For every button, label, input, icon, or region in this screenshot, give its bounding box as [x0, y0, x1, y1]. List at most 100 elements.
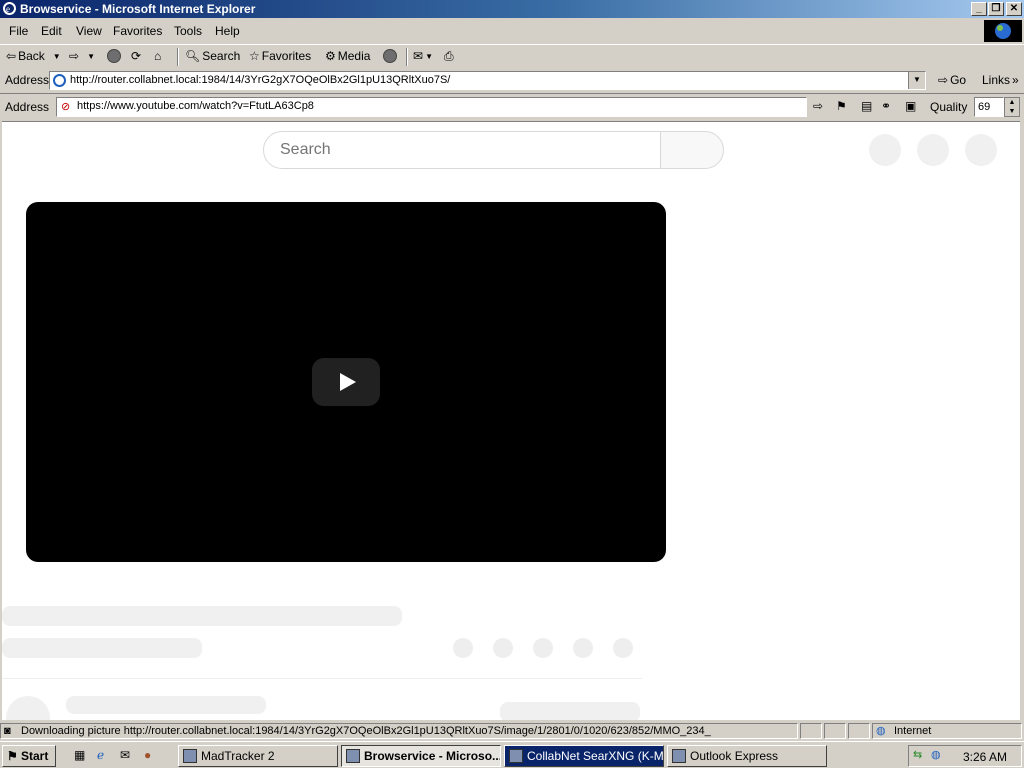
title-skeleton: [2, 606, 402, 626]
search-button[interactable]: 🔍︎ Search: [185, 49, 240, 63]
address-dropdown-icon[interactable]: ▼: [908, 72, 925, 89]
bs-address-field[interactable]: ⊘ https://www.youtube.com/watch?v=FtutLA…: [56, 97, 807, 117]
media-icon: ⚙: [325, 49, 336, 63]
menu-file[interactable]: File: [9, 24, 28, 38]
home-button[interactable]: ⌂: [154, 49, 161, 63]
go-arrow-icon: ⇨: [813, 99, 824, 113]
zone-panel: ◍ Internet: [872, 723, 1022, 739]
bs-address-label: Address: [5, 100, 50, 114]
print-icon: ⎙: [444, 49, 454, 63]
ie-address-field[interactable]: http://router.collabnet.local:1984/14/3Y…: [49, 71, 926, 90]
clock[interactable]: 3:26 AM: [963, 750, 1007, 764]
clipboard-icon: ▣: [905, 99, 917, 113]
menu-edit[interactable]: Edit: [41, 24, 62, 38]
bookmark-button[interactable]: ⚑: [836, 99, 847, 113]
task-browservice[interactable]: Browservice - Microso...: [341, 745, 501, 767]
minimize-button[interactable]: _: [971, 2, 987, 16]
toolbar-separator: [406, 48, 408, 66]
favorites-label: Favorites: [261, 49, 312, 63]
subscribe-skeleton: [500, 702, 640, 720]
find-button[interactable]: ⚭: [881, 99, 891, 113]
status-bar: ◙ Downloading picture http://router.coll…: [0, 722, 1024, 740]
task-searxng[interactable]: CollabNet SearXNG (K-Mel...: [504, 745, 664, 767]
favorites-button[interactable]: ☆ Favorites: [249, 49, 311, 63]
quality-value: 69: [978, 101, 991, 113]
go-button[interactable]: ⇨ Go: [938, 73, 966, 87]
go-arrow-icon: ⇨: [938, 73, 949, 87]
menu-favorites[interactable]: Favorites: [113, 24, 162, 38]
menu-bar: File Edit View Favorites Tools Help: [0, 20, 1024, 42]
quality-label: Quality: [930, 100, 968, 114]
refresh-button[interactable]: ⟳: [131, 49, 141, 63]
bookmarks-list-icon: ▤: [861, 99, 873, 113]
play-button-icon[interactable]: [312, 358, 380, 406]
menu-help[interactable]: Help: [215, 24, 240, 38]
mail-icon: ✉: [413, 49, 424, 63]
ie-task-icon: [346, 749, 360, 763]
page-icon: [53, 74, 66, 87]
chevron-right-icon: »: [1012, 73, 1019, 87]
menu-view[interactable]: View: [76, 24, 102, 38]
stop-icon: [107, 49, 121, 63]
ie-quicklaunch-icon[interactable]: ℯ: [97, 748, 104, 762]
avatar-placeholder[interactable]: [869, 134, 901, 166]
task-outlook[interactable]: Outlook Express: [667, 745, 827, 767]
divider: [2, 678, 642, 679]
yt-search-input[interactable]: [278, 140, 642, 160]
close-button[interactable]: ✕: [1006, 2, 1022, 16]
back-button[interactable]: ⇦ Back ▼: [6, 49, 61, 63]
menu-tools[interactable]: Tools: [174, 24, 202, 38]
quality-input[interactable]: 69: [974, 97, 1004, 117]
media-button[interactable]: ⚙ Media: [325, 49, 370, 63]
standard-toolbar: ⇦ Back ▼ ⇨ ▼ ⟳ ⌂ 🔍︎ Search ☆ Favorites ⚙…: [0, 44, 1024, 68]
action-skeleton: [573, 638, 593, 658]
ie-icon: e: [2, 1, 17, 16]
media-label: Media: [337, 49, 371, 63]
page-viewport[interactable]: [2, 121, 1020, 720]
video-player[interactable]: [26, 202, 666, 562]
channel-avatar-skeleton: [6, 696, 50, 720]
print-button[interactable]: ⎙: [444, 49, 454, 64]
windows-logo: [984, 20, 1022, 42]
history-button[interactable]: [383, 49, 397, 63]
mail-dropdown-icon[interactable]: ▼: [425, 52, 433, 61]
refresh-icon: ⟳: [131, 49, 142, 63]
madtracker-icon: [183, 749, 197, 763]
bookmark-icon: ⚑: [836, 99, 847, 113]
binoculars-icon: ⚭: [881, 99, 892, 113]
status-text: Downloading picture http://router.collab…: [21, 725, 711, 737]
zone-label: Internet: [894, 725, 932, 737]
bookmarks-list-button[interactable]: ▤: [861, 99, 872, 113]
start-button[interactable]: ⚑ Start: [2, 745, 56, 767]
bs-address-url: https://www.youtube.com/watch?v=FtutLA63…: [77, 100, 314, 112]
network-icon[interactable]: ⇆: [913, 748, 922, 761]
avatar-placeholder[interactable]: [917, 134, 949, 166]
taskbar: ⚑ Start ▦ ℯ ✉ ● MadTracker 2 Browservice…: [0, 741, 1024, 768]
avatar-placeholder[interactable]: [965, 134, 997, 166]
status-panel: [800, 723, 822, 739]
show-desktop-icon[interactable]: ▦: [74, 748, 85, 762]
yt-search-box[interactable]: [263, 131, 661, 169]
stop-button[interactable]: [107, 49, 121, 63]
links-button[interactable]: Links »: [982, 73, 1019, 87]
globe-tray-icon[interactable]: ◍: [931, 748, 941, 761]
yt-search-button[interactable]: [660, 131, 724, 169]
quality-spinner[interactable]: ▲ ▼: [1004, 97, 1020, 117]
home-icon: ⌂: [154, 49, 162, 63]
status-page-icon: ◙: [4, 725, 11, 737]
outlook-task-icon: [672, 749, 686, 763]
clipboard-button[interactable]: ▣: [905, 99, 916, 113]
ie-address-label: Address: [5, 73, 50, 87]
media-quicklaunch-icon[interactable]: ●: [144, 748, 151, 762]
task-madtracker[interactable]: MadTracker 2: [178, 745, 338, 767]
browser-task-icon: [509, 749, 523, 763]
action-skeleton: [493, 638, 513, 658]
task-label: MadTracker 2: [201, 749, 275, 763]
restore-button[interactable]: ❐: [988, 2, 1004, 16]
mail-button[interactable]: ✉ ▼: [413, 49, 433, 63]
outlook-quicklaunch-icon[interactable]: ✉: [120, 748, 130, 762]
back-dropdown-icon[interactable]: ▼: [53, 52, 61, 61]
forward-button[interactable]: ⇨ ▼: [69, 49, 95, 63]
bs-go-button[interactable]: ⇨: [813, 99, 823, 113]
forward-dropdown-icon[interactable]: ▼: [87, 52, 95, 61]
